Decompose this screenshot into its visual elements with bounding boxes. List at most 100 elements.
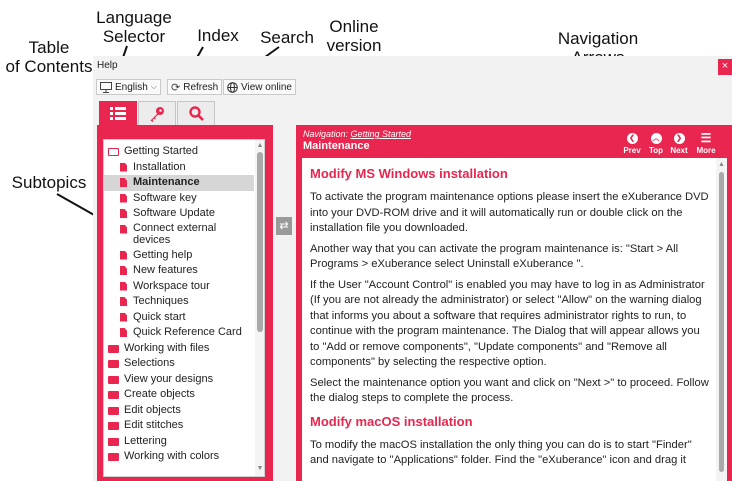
toc-item-label: New features — [133, 264, 198, 276]
topic-content: Modify MS Windows installation To activa… — [302, 158, 727, 481]
toc-item-label: Maintenance — [133, 176, 200, 188]
tab-index[interactable] — [138, 101, 176, 125]
toc-item-label: Getting Started — [124, 145, 198, 157]
paragraph: If the User "Account Control" is enabled… — [310, 278, 705, 369]
toc-item-label: Workspace tour — [133, 279, 210, 292]
close-button[interactable]: × — [718, 59, 732, 75]
toc-item[interactable]: Edit objects — [104, 403, 254, 419]
document-icon — [120, 297, 127, 306]
paragraph: To activate the program maintenance opti… — [310, 191, 709, 234]
toc-item-label: Software Update — [133, 207, 215, 219]
toc-item[interactable]: Workspace tour — [104, 279, 254, 295]
folder-icon — [108, 360, 119, 368]
toc-item[interactable]: Selections — [104, 356, 254, 372]
toc-item-label: Getting help — [133, 248, 193, 261]
folder-icon — [108, 422, 119, 430]
arrow-up-circle-icon: ︿ — [650, 133, 662, 144]
document-icon — [120, 224, 127, 234]
callout-table-of-contents: Table of Contents — [5, 38, 93, 76]
more-button[interactable]: ☰ More — [693, 131, 719, 155]
next-button[interactable]: ❯ Next — [666, 133, 692, 155]
paragraph: Select the maintenance option you want a… — [310, 376, 709, 405]
folder-icon — [108, 375, 119, 384]
section-heading-windows: Modify MS Windows installation — [310, 166, 508, 181]
toc-item[interactable]: Techniques — [104, 294, 254, 310]
toc-item[interactable]: Create objects — [104, 387, 254, 403]
scroll-up-icon[interactable]: ▲ — [256, 142, 264, 150]
document-icon — [120, 178, 127, 187]
key-icon — [150, 106, 164, 122]
scroll-up-icon[interactable]: ▲ — [718, 161, 725, 168]
sync-toc-button[interactable]: ⇄ — [276, 217, 292, 235]
breadcrumb-link[interactable]: Getting Started — [351, 129, 412, 139]
language-selector[interactable]: English ⌵ — [96, 79, 161, 95]
refresh-label: Refresh — [183, 81, 219, 93]
callout-search: Search — [260, 28, 314, 47]
toc-item[interactable]: Lettering — [104, 434, 254, 450]
toc-item[interactable]: Working with colors — [104, 449, 254, 465]
title-bar: Help × — [93, 56, 732, 76]
toc-item[interactable]: Quick Reference Card — [104, 325, 254, 341]
callout-online-version: Online version — [326, 17, 382, 55]
toc-item[interactable]: Quick start — [104, 310, 254, 326]
folder-icon — [108, 344, 119, 353]
page-title: Maintenance — [303, 140, 370, 152]
toc-item-label: Software key — [133, 191, 197, 204]
view-online-label: View online — [241, 81, 292, 93]
tab-table-of-contents[interactable] — [99, 101, 137, 125]
document-icon — [120, 281, 127, 291]
toc-item[interactable]: Getting help — [104, 248, 254, 264]
view-online-button[interactable]: View online — [223, 79, 296, 95]
callout-language-selector: Language Selector — [96, 8, 172, 46]
scroll-down-icon[interactable]: ▼ — [256, 465, 264, 473]
folder-icon — [108, 391, 119, 399]
refresh-icon: ⟳ — [171, 81, 181, 94]
toc-item-label: Working with colors — [124, 450, 220, 462]
document-icon — [120, 312, 127, 322]
document-icon — [120, 250, 127, 260]
breadcrumb: Navigation: Getting Started — [303, 129, 411, 139]
document-icon — [120, 328, 127, 337]
menu-icon: ☰ — [700, 131, 712, 145]
toc-item[interactable]: Software Update — [104, 206, 254, 222]
toc-item[interactable]: New features — [104, 263, 254, 279]
callout-index: Index — [197, 26, 239, 45]
content-scrollbar[interactable]: ▲ — [716, 158, 727, 481]
toc-item-label: Working with files — [124, 341, 210, 354]
refresh-button[interactable]: ⟳ Refresh — [167, 79, 223, 95]
toc-item[interactable]: Connect external devices — [104, 222, 254, 248]
help-window: Help × English ⌵ ⟳ Refresh View online G… — [93, 56, 732, 481]
toc-item-label: Installation — [133, 160, 186, 173]
toc-item[interactable]: Edit stitches — [104, 418, 254, 434]
toc-item[interactable]: View your designs — [104, 372, 254, 388]
folder-icon — [108, 437, 119, 446]
prev-button[interactable]: ❮ Prev — [619, 133, 645, 155]
toc-item[interactable]: Working with files — [104, 341, 254, 357]
folder-icon — [108, 453, 119, 461]
breadcrumb-prefix: Navigation: — [303, 129, 351, 139]
toc-item[interactable]: Maintenance — [104, 175, 254, 191]
close-icon: × — [721, 60, 729, 72]
toc-item-label: Quick start — [133, 310, 186, 323]
toc-pane: Getting Started Installation Maintenance So… — [97, 125, 273, 481]
content-scroll-thumb[interactable] — [719, 172, 724, 472]
toc-item-label: Techniques — [133, 295, 189, 307]
document-icon — [120, 209, 127, 218]
search-icon — [188, 106, 204, 121]
tab-search[interactable] — [177, 101, 215, 125]
toc-item[interactable]: Getting Started — [104, 144, 254, 160]
section-heading-macos: Modify macOS installation — [310, 413, 473, 429]
toc-scroll-thumb[interactable] — [257, 152, 263, 332]
toc-item-label: Selections — [124, 357, 175, 369]
folder-open-icon — [108, 148, 119, 156]
topic-body: Modify MS Windows installation To activa… — [310, 162, 712, 474]
next-label: Next — [670, 146, 688, 155]
toolbar: English ⌵ ⟳ Refresh View online — [93, 76, 732, 98]
toc-item-label: Connect external devices — [133, 221, 217, 246]
document-icon — [120, 193, 127, 203]
toc-item[interactable]: Software key — [104, 191, 254, 207]
toc-scrollbar[interactable]: ▲ ▼ — [255, 140, 264, 476]
toc-item-label: Lettering — [124, 434, 167, 447]
toc-item[interactable]: Installation — [104, 160, 254, 176]
document-icon — [120, 266, 127, 275]
